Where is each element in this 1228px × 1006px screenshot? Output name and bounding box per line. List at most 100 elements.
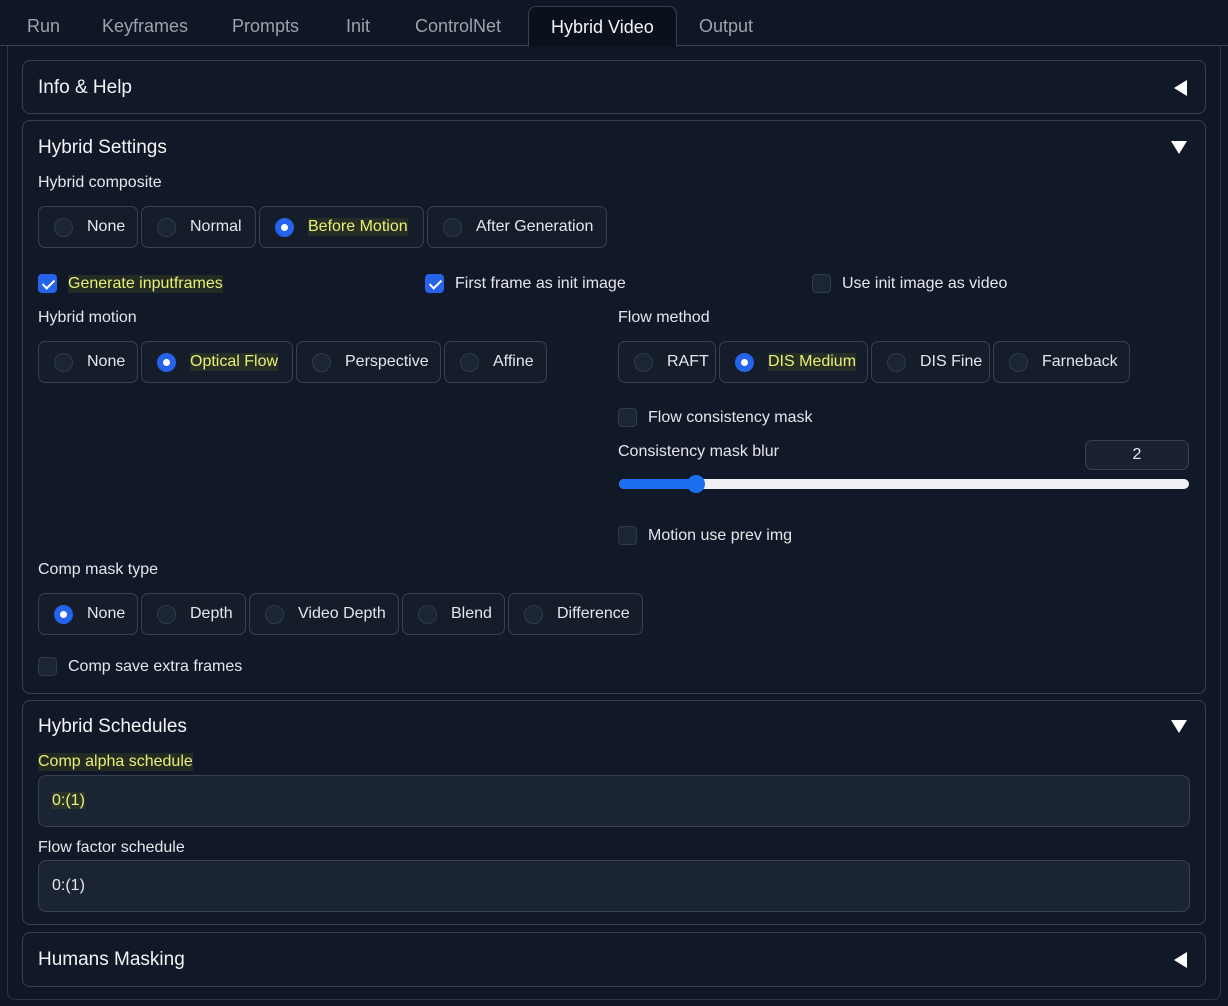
hybrid-motion-option-none[interactable]: None: [38, 341, 138, 383]
checkbox-label: Generate inputframes: [68, 274, 223, 293]
option-label: Farneback: [1042, 353, 1118, 370]
option-label: Perspective: [345, 353, 429, 370]
hybrid-composite-label: Hybrid composite: [38, 174, 162, 191]
radio-icon: [460, 352, 479, 372]
comp-save-extra-frames-checkbox[interactable]: Comp save extra frames: [38, 657, 242, 676]
caret-down-icon[interactable]: [1171, 720, 1187, 733]
humans-masking-accordion[interactable]: Humans Masking: [22, 932, 1206, 987]
hybrid-schedules-title[interactable]: Hybrid Schedules: [38, 716, 187, 738]
radio-selected-icon: [157, 352, 176, 372]
info-help-title: Info & Help: [38, 77, 132, 98]
radio-icon: [312, 352, 331, 372]
radio-selected-icon: [275, 217, 294, 237]
comp-alpha-schedule-label: Comp alpha schedule: [38, 753, 193, 771]
tab-run[interactable]: Run: [5, 6, 82, 46]
consistency-mask-blur-label: Consistency mask blur: [618, 443, 779, 460]
radio-icon: [887, 352, 906, 372]
checkbox-label: Motion use prev img: [648, 526, 793, 544]
hybrid-composite-option-normal[interactable]: Normal: [141, 206, 256, 248]
radio-icon: [418, 604, 437, 624]
hybrid-motion-radio-group: None Optical Flow Perspective Affine: [38, 341, 547, 383]
option-label: After Generation: [476, 218, 594, 235]
tab-output[interactable]: Output: [677, 6, 775, 46]
checkbox-label: First frame as init image: [455, 274, 626, 292]
hybrid-settings-title[interactable]: Hybrid Settings: [38, 137, 167, 159]
use-init-as-video-checkbox[interactable]: Use init image as video: [812, 274, 1007, 293]
option-label: Depth: [190, 605, 233, 622]
hybrid-composite-option-none[interactable]: None: [38, 206, 138, 248]
radio-icon: [54, 352, 73, 372]
option-label: DIS Medium: [768, 353, 857, 371]
checkbox-label: Flow consistency mask: [648, 408, 813, 426]
caret-down-icon[interactable]: [1171, 141, 1187, 154]
option-label: Before Motion: [308, 218, 408, 236]
input-value: 0:(1): [52, 792, 85, 809]
info-help-accordion[interactable]: Info & Help: [22, 60, 1206, 114]
radio-icon: [157, 217, 176, 237]
checkbox-icon: [38, 657, 57, 676]
flow-method-option-farneback[interactable]: Farneback: [993, 341, 1130, 383]
checkbox-checked-icon: [38, 274, 57, 293]
slider-fill: [619, 479, 696, 489]
radio-selected-icon: [54, 604, 73, 624]
hybrid-composite-radio-group: None Normal Before Motion After Generati…: [38, 206, 607, 248]
consistency-mask-blur-input[interactable]: 2: [1085, 440, 1189, 470]
radio-selected-icon: [735, 352, 754, 372]
hybrid-motion-option-perspective[interactable]: Perspective: [296, 341, 441, 383]
option-label: None: [87, 218, 126, 235]
radio-icon: [524, 604, 543, 624]
hybrid-composite-option-before-motion[interactable]: Before Motion: [259, 206, 424, 248]
slider-thumb[interactable]: [686, 475, 705, 493]
radio-icon: [1009, 352, 1028, 372]
flow-method-option-dis-fine[interactable]: DIS Fine: [871, 341, 990, 383]
flow-method-option-raft[interactable]: RAFT: [618, 341, 716, 383]
checkbox-icon: [812, 274, 831, 293]
comp-mask-type-option-video-depth[interactable]: Video Depth: [249, 593, 399, 635]
option-label: None: [87, 605, 126, 622]
flow-method-radio-group: RAFT DIS Medium DIS Fine Farneback: [618, 341, 1130, 383]
caret-left-icon[interactable]: [1174, 80, 1187, 96]
checkbox-label: Comp save extra frames: [68, 657, 243, 675]
tab-prompts[interactable]: Prompts: [210, 6, 321, 46]
tab-keyframes[interactable]: Keyframes: [80, 6, 210, 46]
checkbox-icon: [618, 526, 637, 545]
comp-mask-type-option-depth[interactable]: Depth: [141, 593, 246, 635]
comp-alpha-schedule-input[interactable]: 0:(1): [38, 775, 1190, 827]
first-frame-as-init-checkbox[interactable]: First frame as init image: [425, 274, 626, 293]
radio-icon: [54, 217, 73, 237]
tab-controlnet[interactable]: ControlNet: [393, 6, 523, 46]
flow-factor-schedule-label: Flow factor schedule: [38, 839, 185, 856]
option-label: None: [87, 353, 126, 370]
radio-icon: [265, 604, 284, 624]
caret-left-icon[interactable]: [1174, 952, 1187, 968]
motion-use-prev-img-checkbox[interactable]: Motion use prev img: [618, 526, 792, 545]
comp-mask-type-radio-group: None Depth Video Depth Blend Difference: [38, 593, 643, 635]
tab-init[interactable]: Init: [324, 6, 392, 46]
hybrid-motion-option-affine[interactable]: Affine: [444, 341, 547, 383]
comp-mask-type-option-none[interactable]: None: [38, 593, 138, 635]
input-value: 0:(1): [52, 877, 85, 894]
option-label: Normal: [190, 218, 242, 235]
checkbox-label: Use init image as video: [842, 274, 1008, 292]
flow-factor-schedule-input[interactable]: 0:(1): [38, 860, 1190, 912]
checkbox-icon: [618, 408, 637, 427]
hybrid-motion-option-optical-flow[interactable]: Optical Flow: [141, 341, 293, 383]
checkbox-checked-icon: [425, 274, 444, 293]
generate-inputframes-checkbox[interactable]: Generate inputframes: [38, 274, 223, 293]
comp-mask-type-option-difference[interactable]: Difference: [508, 593, 643, 635]
flow-method-option-dis-medium[interactable]: DIS Medium: [719, 341, 868, 383]
option-label: Blend: [451, 605, 492, 622]
hybrid-composite-option-after-generation[interactable]: After Generation: [427, 206, 607, 248]
comp-mask-type-option-blend[interactable]: Blend: [402, 593, 505, 635]
option-label: DIS Fine: [920, 353, 983, 370]
radio-icon: [157, 604, 176, 624]
flow-method-label: Flow method: [618, 309, 710, 326]
option-label: RAFT: [667, 353, 709, 370]
hybrid-motion-label: Hybrid motion: [38, 309, 137, 326]
humans-masking-title: Humans Masking: [38, 949, 185, 970]
radio-icon: [634, 352, 653, 372]
tab-hybrid-video[interactable]: Hybrid Video: [528, 6, 677, 47]
consistency-mask-blur-slider[interactable]: [619, 475, 1189, 493]
flow-consistency-mask-checkbox[interactable]: Flow consistency mask: [618, 408, 813, 427]
option-label: Affine: [493, 353, 534, 370]
